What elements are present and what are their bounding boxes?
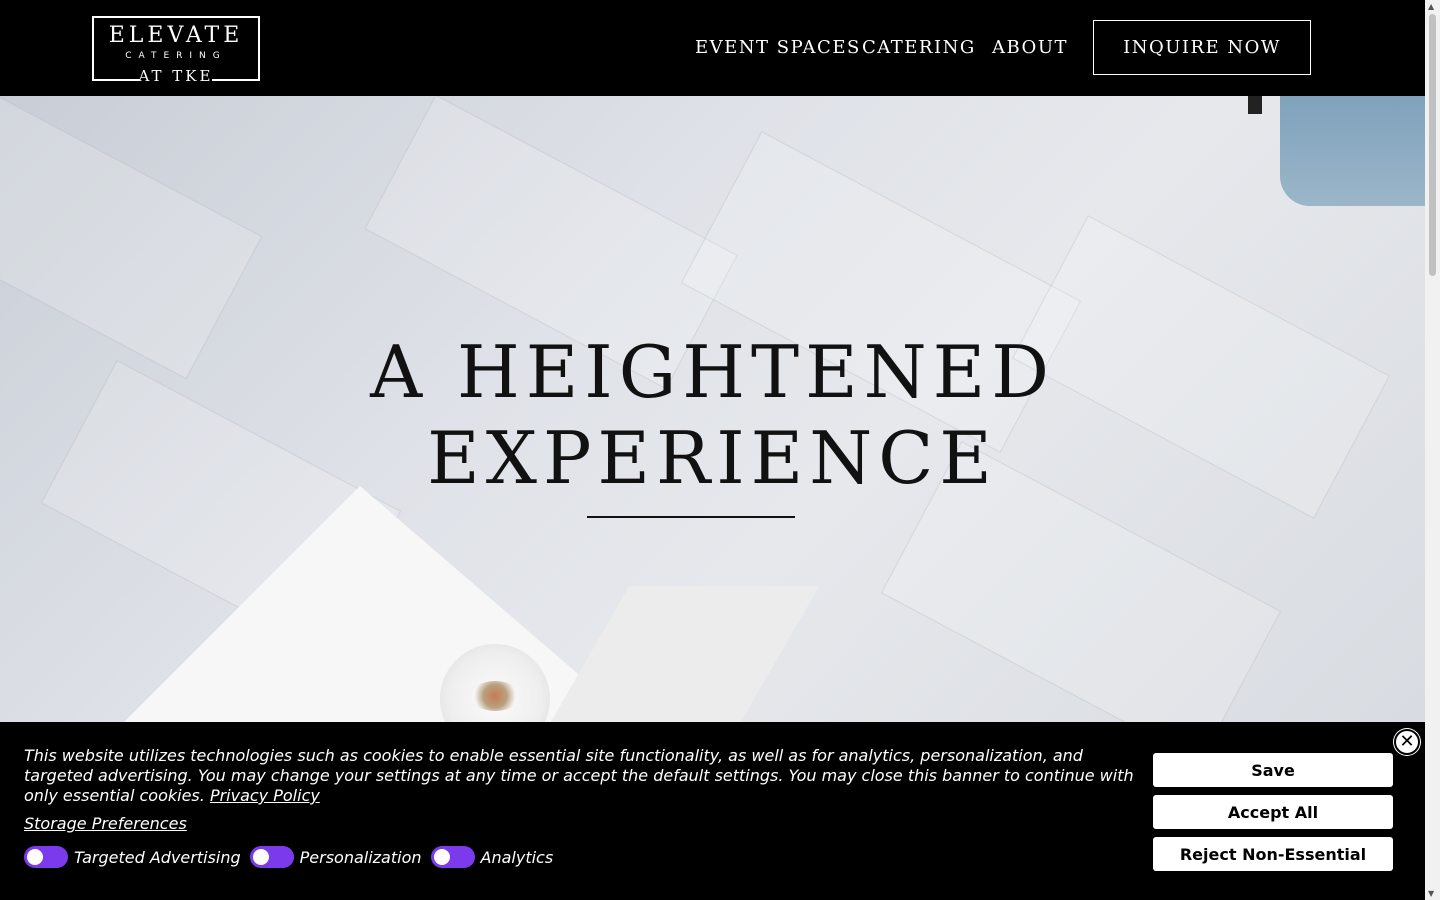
nav-about[interactable]: ABOUT (992, 37, 1068, 58)
close-icon[interactable]: ✕ (1394, 729, 1420, 755)
chair-leg (1248, 96, 1262, 114)
reject-non-essential-button[interactable]: Reject Non-Essential (1153, 837, 1393, 871)
scrollbar[interactable]: ▲ ▼ (1425, 0, 1440, 900)
scroll-down-arrow-icon[interactable]: ▼ (1428, 889, 1434, 898)
inquire-now-button[interactable]: INQUIRE NOW (1093, 20, 1311, 75)
personalization-toggle[interactable] (249, 846, 294, 868)
logo[interactable]: ELEVATE CATERING AT TKE (92, 16, 260, 84)
food (470, 681, 520, 711)
accept-all-button[interactable]: Accept All (1153, 795, 1393, 829)
site-header: ELEVATE CATERING AT TKE EVENT SPACES CAT… (0, 0, 1425, 96)
save-button[interactable]: Save (1153, 753, 1393, 787)
cookie-toggles: Targeted Advertising Personalization Ana… (24, 846, 562, 868)
logo-subline: CATERING (125, 51, 227, 61)
nav-catering[interactable]: CATERING (862, 37, 976, 58)
cookie-message: This website utilizes technologies such … (24, 746, 1134, 805)
analytics-label: Analytics (480, 847, 554, 867)
hero-title: A HEIGHTENED EXPERIENCE (0, 329, 1425, 501)
scroll-thumb[interactable] (1429, 14, 1436, 276)
logo-wordmark: ELEVATE (108, 23, 244, 48)
targeted-advertising-toggle[interactable] (24, 846, 68, 868)
hero-title-line2: EXPERIENCE (427, 416, 998, 500)
personalization-label: Personalization (299, 847, 422, 867)
targeted-advertising-label: Targeted Advertising (74, 847, 241, 867)
cookie-banner: This website utilizes technologies such … (0, 722, 1425, 900)
hero-title-line1: A HEIGHTENED (370, 330, 1055, 414)
hero-divider (587, 516, 795, 518)
analytics-toggle[interactable] (430, 846, 475, 868)
privacy-policy-link[interactable]: Privacy Policy (210, 786, 320, 805)
scroll-up-arrow-icon[interactable]: ▲ (1428, 2, 1434, 11)
storage-preferences-link[interactable]: Storage Preferences (24, 814, 187, 833)
chair (1280, 96, 1425, 206)
logo-tagline-wrap: AT TKE (94, 66, 258, 85)
logo-tagline: AT TKE (138, 67, 214, 85)
cookie-text: This website utilizes technologies such … (24, 746, 1134, 806)
nav-event-spaces[interactable]: EVENT SPACES (695, 37, 861, 58)
